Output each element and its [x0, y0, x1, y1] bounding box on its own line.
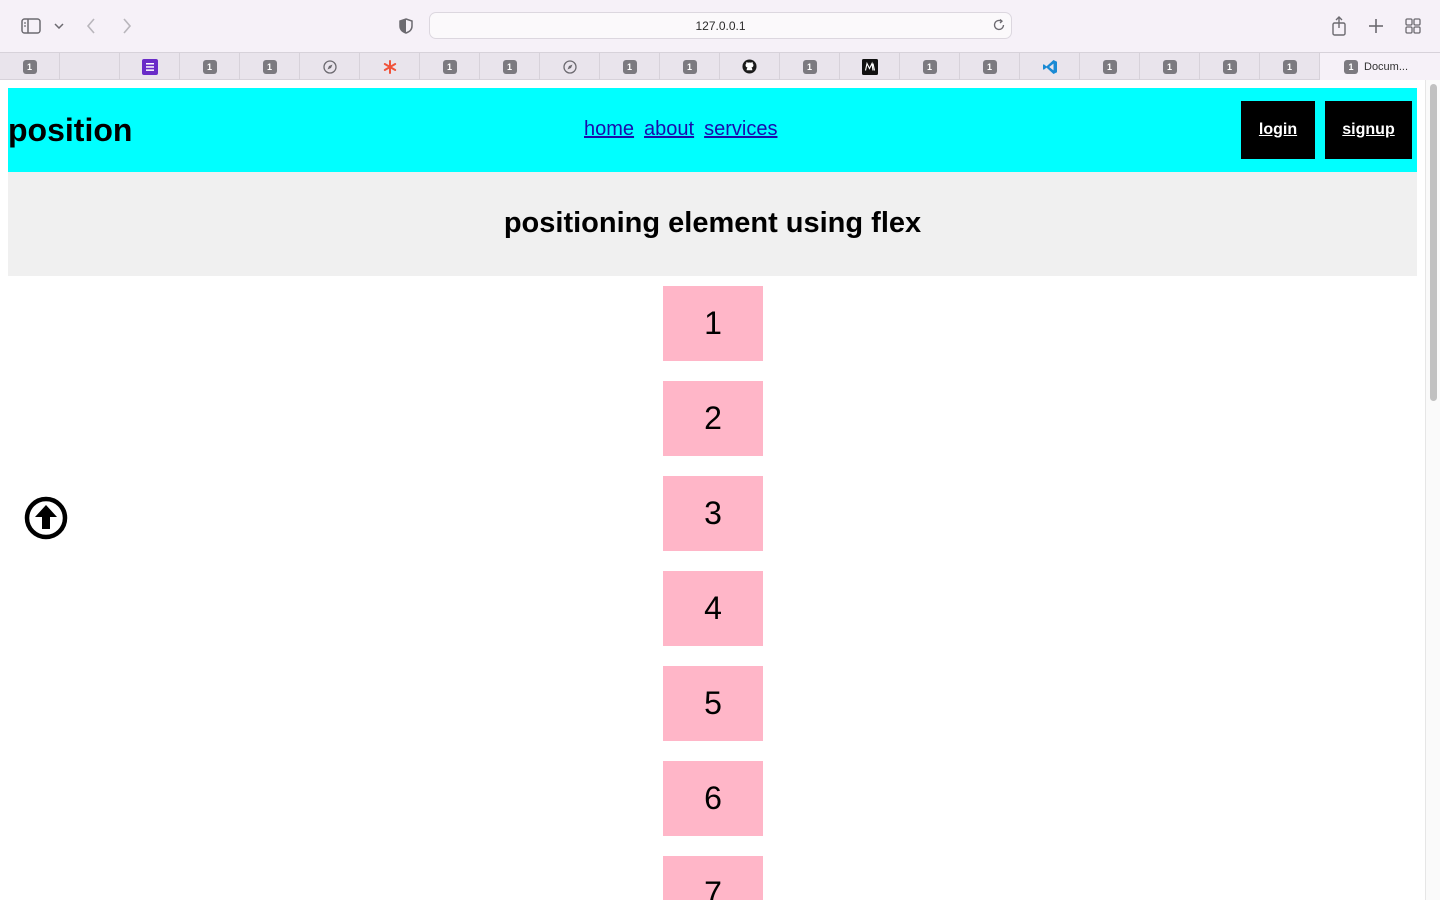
tab-title: Docum... — [1364, 60, 1409, 73]
site-navbar: position home about services login signu… — [8, 88, 1417, 172]
tab[interactable]: 1 — [960, 53, 1020, 80]
address-bar[interactable]: 127.0.0.1 — [429, 12, 1012, 39]
nav-link-services[interactable]: services — [704, 118, 777, 141]
tab-badge: 1 — [802, 59, 817, 74]
flex-box: 7 — [663, 856, 763, 900]
tab-badge: 1 — [682, 59, 697, 74]
vscode-icon — [1042, 59, 1057, 74]
forward-icon[interactable] — [118, 13, 136, 39]
tab[interactable]: 1 — [1140, 53, 1200, 80]
tab[interactable]: 1 — [1200, 53, 1260, 80]
tab-badge: 1 — [442, 59, 457, 74]
tab-badge: 1 — [262, 59, 277, 74]
vertical-scrollbar[interactable] — [1425, 80, 1440, 900]
tab-badge: 1 — [622, 59, 637, 74]
tab-badge: 1 — [1282, 59, 1297, 74]
site-brand: position — [8, 112, 133, 148]
tab[interactable]: 1 — [180, 53, 240, 80]
tab[interactable] — [720, 53, 780, 80]
tab-badge: 1 — [1162, 59, 1177, 74]
login-button[interactable]: login — [1241, 101, 1315, 159]
tab[interactable]: 1 — [660, 53, 720, 80]
tab-badge: 1 — [922, 59, 937, 74]
tab[interactable]: 1 — [480, 53, 540, 80]
browser-toolbar: 127.0.0.1 — [0, 0, 1440, 52]
tab[interactable]: 1 — [1080, 53, 1140, 80]
url-text: 127.0.0.1 — [695, 19, 746, 33]
tab-badge: 1 — [202, 59, 217, 74]
tab[interactable]: 1 — [1260, 53, 1320, 80]
nav-link-home[interactable]: home — [584, 118, 634, 141]
tab[interactable]: 1 — [240, 53, 300, 80]
tab-badge: 1 — [1344, 59, 1358, 74]
tab[interactable] — [540, 53, 600, 80]
tab[interactable]: 1 — [0, 53, 60, 80]
tab[interactable] — [840, 53, 900, 80]
tab[interactable] — [60, 53, 120, 80]
flex-box: 6 — [663, 761, 763, 836]
tab-badge: 1 — [982, 59, 997, 74]
back-icon[interactable] — [82, 13, 100, 39]
tab-badge: 1 — [22, 59, 37, 74]
compass-icon — [322, 59, 337, 74]
tab[interactable]: 1 — [900, 53, 960, 80]
reload-icon[interactable] — [992, 18, 1006, 37]
hero-section: positioning element using flex — [8, 172, 1417, 276]
nav-links: home about services — [584, 118, 777, 141]
tab[interactable] — [1020, 53, 1080, 80]
medium-icon — [861, 58, 878, 75]
list-app-icon — [141, 58, 158, 75]
tab-badge: 1 — [1102, 59, 1117, 74]
github-icon — [742, 59, 757, 74]
tab-bar: 1 1 1 1 1 1 1 1 1 1 1 1 1 1 1 Docum... — [0, 52, 1440, 80]
tab-active[interactable]: 1 Docum... — [1320, 53, 1440, 80]
tab[interactable]: 1 — [600, 53, 660, 80]
flex-box: 3 — [663, 476, 763, 551]
nav-link-about[interactable]: about — [644, 118, 694, 141]
share-icon[interactable] — [1329, 13, 1349, 39]
flex-box-list: 1 2 3 4 5 6 7 — [663, 286, 763, 900]
tab-badge: 1 — [1222, 59, 1237, 74]
flex-box: 1 — [663, 286, 763, 361]
asterisk-icon — [383, 59, 396, 74]
chevron-down-icon[interactable] — [52, 13, 66, 39]
page-viewport: position home about services login signu… — [0, 80, 1425, 900]
flex-box: 2 — [663, 381, 763, 456]
page-title: positioning element using flex — [503, 207, 922, 239]
tab[interactable]: 1 — [420, 53, 480, 80]
scroll-to-top-icon[interactable] — [24, 496, 68, 540]
scrollbar-thumb[interactable] — [1430, 84, 1437, 401]
sidebar-toggle-icon[interactable] — [19, 13, 43, 39]
signup-button[interactable]: signup — [1325, 101, 1412, 159]
flex-box: 5 — [663, 666, 763, 741]
compass-icon — [562, 59, 577, 74]
tab[interactable] — [360, 53, 420, 80]
tab-badge: 1 — [502, 59, 517, 74]
tab-overview-icon[interactable] — [1403, 13, 1423, 39]
shield-icon[interactable] — [396, 13, 416, 39]
flex-box: 4 — [663, 571, 763, 646]
tab[interactable]: 1 — [780, 53, 840, 80]
tab[interactable] — [300, 53, 360, 80]
tab[interactable] — [120, 53, 180, 80]
new-tab-icon[interactable] — [1366, 13, 1386, 39]
